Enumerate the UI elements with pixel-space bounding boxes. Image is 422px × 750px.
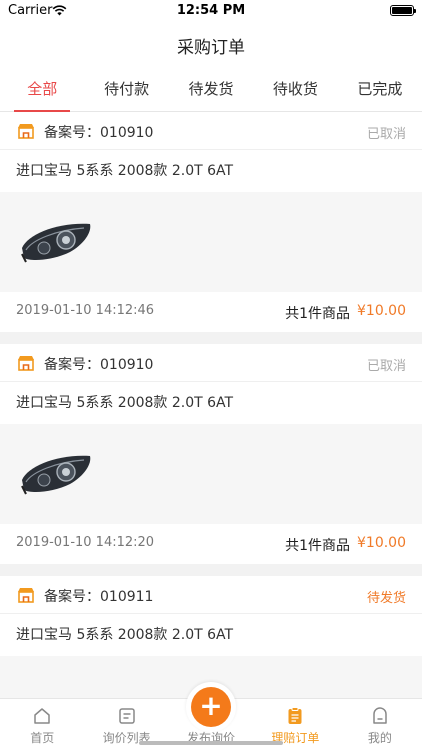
home-icon [34,708,50,724]
home-indicator [139,741,283,745]
vehicle-model: 进口宝马 5系系 2008款 2.0T 6AT [16,163,234,179]
clipboard-icon [288,707,302,724]
tabbar-label: 首页 [30,731,55,745]
page-title: 采购订单 [177,38,245,58]
item-count: 共1件商品 [285,306,350,322]
order-price: ¥10.00 [357,535,406,551]
order-time: 2019-01-10 14:12:20 [16,535,155,550]
plus-icon: + [191,687,232,727]
status-badge: 待发货 [366,591,406,606]
navigation-bar: 采购订单 [0,22,422,66]
order-header: 备案号：010911 待发货 [0,576,422,614]
vehicle-model: 进口宝马 5系系 2008款 2.0T 6AT [16,627,234,643]
store-icon [18,356,34,371]
order-card[interactable]: 备案号：010910 已取消 进口宝马 5系系 2008款 2.0T 6AT 2… [0,112,422,332]
clock: 12:54 PM [176,3,246,18]
order-price: ¥10.00 [357,303,406,319]
list-icon [118,708,135,724]
tab-pending-payment[interactable]: 待付款 [84,66,168,111]
order-header: 备案号：010910 已取消 [0,344,422,382]
record-number: 备案号：010910 [44,357,154,373]
store-icon [18,124,34,139]
profile-icon [373,707,387,724]
product-image-area[interactable] [0,424,422,524]
product-image-area[interactable] [0,192,422,292]
order-footer: 2019-01-10 14:12:20 共1件商品 ¥10.00 [0,524,422,564]
order-time: 2019-01-10 14:12:46 [16,303,155,318]
order-filter-tabs: 全部 待付款 待发货 待收货 已完成 [0,66,422,112]
publish-button[interactable]: + [186,682,237,732]
headlight-image [21,455,91,495]
tab-pending-shipment[interactable]: 待发货 [169,66,253,111]
order-header: 备案号：010910 已取消 [0,112,422,150]
record-number: 备案号：010911 [44,589,154,605]
record-number: 备案号：010910 [44,125,154,141]
tab-pending-receipt[interactable]: 待收货 [253,66,337,111]
tabbar-profile[interactable]: 我的 [338,699,422,750]
store-icon [18,588,34,603]
order-card[interactable]: 备案号：010910 已取消 进口宝马 5系系 2008款 2.0T 6AT 2… [0,344,422,564]
tabbar-label: 我的 [367,731,392,745]
status-badge: 已取消 [366,127,406,142]
headlight-image [21,223,91,263]
order-footer: 2019-01-10 14:12:46 共1件商品 ¥10.00 [0,292,422,332]
status-badge: 已取消 [366,359,406,374]
tab-completed[interactable]: 已完成 [338,66,422,111]
status-bar: Carrier 12:54 PM [0,0,422,22]
vehicle-model: 进口宝马 5系系 2008款 2.0T 6AT [16,395,234,411]
tabbar-home[interactable]: 首页 [0,699,84,750]
order-list[interactable]: 备案号：010910 已取消 进口宝马 5系系 2008款 2.0T 6AT 2… [0,112,422,698]
battery-icon [390,5,416,16]
order-card[interactable]: 备案号：010911 待发货 进口宝马 5系系 2008款 2.0T 6AT [0,576,422,698]
item-count: 共1件商品 [285,538,350,554]
tab-all[interactable]: 全部 [0,66,84,112]
bottom-tab-bar: 首页 询价列表 + 发布询价 理赔订单 我的 [0,682,422,750]
